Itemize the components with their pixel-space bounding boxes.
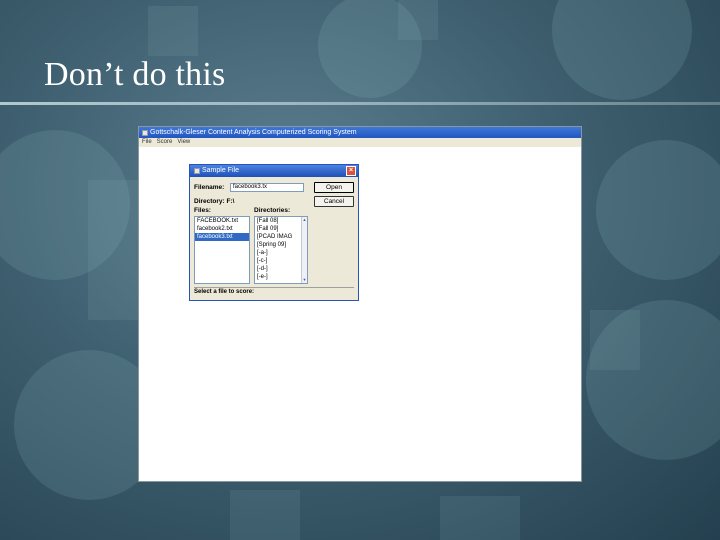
menu-score[interactable]: Score (157, 138, 173, 147)
sample-file-dialog: Sample File × Filename: facebook3.tx Ope… (189, 164, 359, 301)
dialog-titlebar: Sample File × (190, 165, 358, 177)
background-square (440, 496, 520, 540)
list-item[interactable]: [-e-] (255, 273, 307, 281)
list-item[interactable]: [Fall 08] (255, 217, 307, 225)
menu-view[interactable]: View (177, 138, 190, 147)
dialog-title: Sample File (202, 167, 239, 174)
background-circle (596, 140, 720, 280)
background-circle (0, 130, 130, 280)
list-item[interactable]: FACEBOOK.txt (195, 217, 249, 225)
chevron-up-icon[interactable]: ▲ (302, 217, 307, 223)
list-item[interactable]: [Spring 09] (255, 241, 307, 249)
files-label: Files: (194, 207, 211, 214)
app-menubar: File Score View (139, 138, 581, 147)
title-divider (0, 102, 720, 105)
list-item[interactable]: [-d-] (255, 265, 307, 273)
status-divider (194, 287, 354, 288)
directories-scrollbar[interactable]: ▲ ▼ (301, 217, 307, 283)
cancel-button[interactable]: Cancel (314, 196, 354, 207)
directories-label: Directories: (254, 207, 291, 214)
chevron-down-icon[interactable]: ▼ (302, 277, 307, 283)
app-titlebar: Gottschalk-Gleser Content Analysis Compu… (139, 127, 581, 138)
app-window-title: Gottschalk-Gleser Content Analysis Compu… (150, 129, 357, 136)
background-square (148, 6, 198, 56)
list-item[interactable]: [PCAD IMAG (255, 233, 307, 241)
background-square (230, 490, 300, 540)
filename-input[interactable]: facebook3.tx (230, 183, 304, 192)
files-listbox[interactable]: FACEBOOK.txt facebook2.txt facebook3.txt (194, 216, 250, 284)
background-circle (318, 0, 422, 98)
directories-listbox[interactable]: [Fall 08] [Fall 09] [PCAD IMAG [Spring 0… (254, 216, 308, 284)
list-item[interactable]: [Fall 09] (255, 225, 307, 233)
background-square (398, 0, 438, 40)
dialog-icon (194, 168, 200, 174)
background-square (88, 180, 138, 320)
status-text: Select a file to score: (194, 289, 255, 295)
close-icon[interactable]: × (346, 166, 356, 176)
list-item[interactable]: [-c-] (255, 257, 307, 265)
list-item[interactable]: [-a-] (255, 249, 307, 257)
app-icon (142, 129, 148, 136)
filename-label: Filename: (194, 184, 225, 191)
background-circle (586, 300, 720, 460)
slide-title: Don’t do this (44, 56, 226, 93)
directory-label: Directory: F:\ (194, 198, 235, 205)
background-circle (552, 0, 692, 100)
list-item[interactable]: facebook2.txt (195, 225, 249, 233)
menu-file[interactable]: File (142, 138, 152, 147)
app-window: Gottschalk-Gleser Content Analysis Compu… (138, 126, 582, 482)
list-item[interactable]: facebook3.txt (195, 233, 249, 241)
background-square (590, 310, 640, 370)
open-button[interactable]: Open (314, 182, 354, 193)
